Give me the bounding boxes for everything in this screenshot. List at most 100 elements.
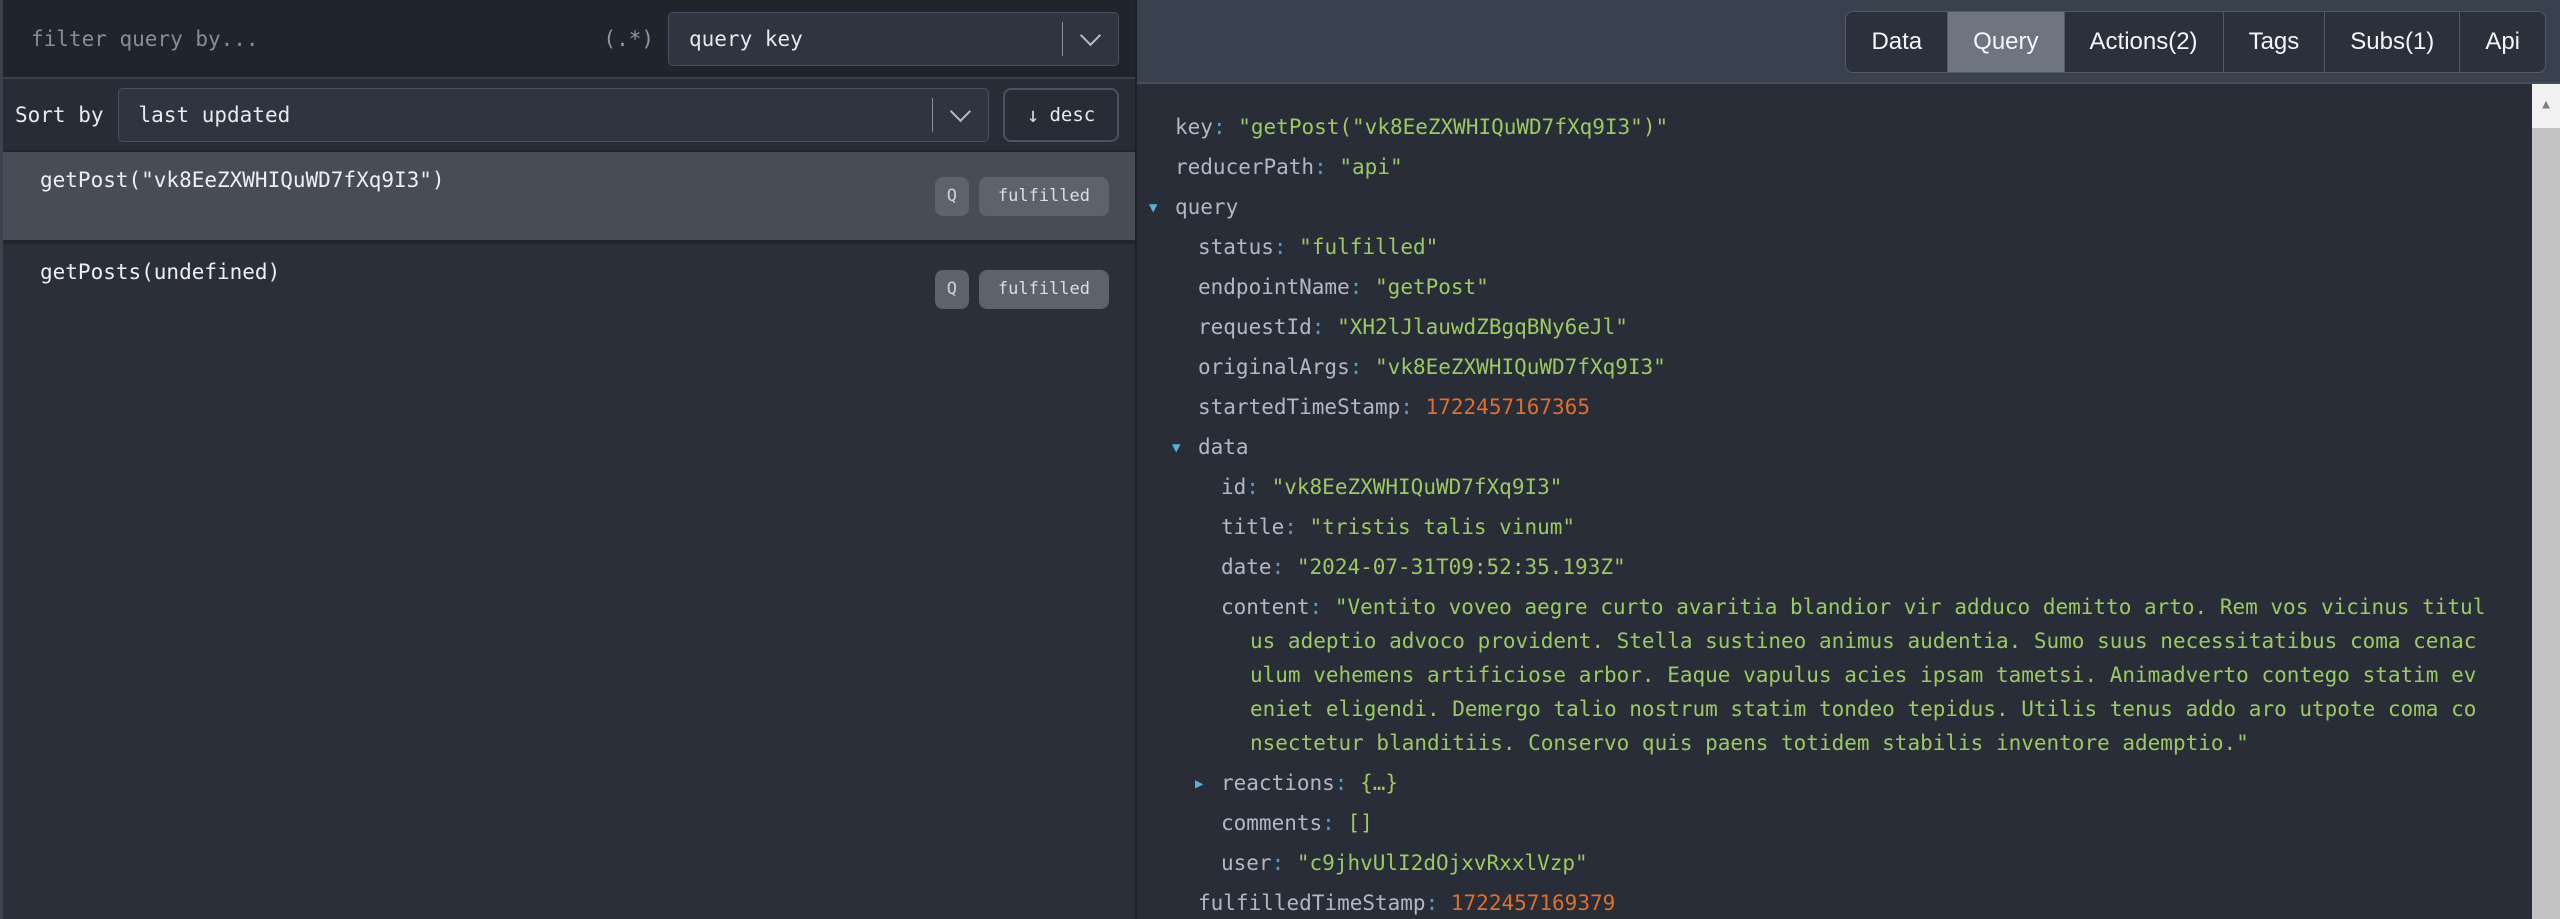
tree-colon: : — [1310, 595, 1323, 619]
tab-subs[interactable]: Subs(1) — [2324, 12, 2459, 72]
tree-value: "getPost" — [1375, 275, 1489, 299]
tab-api[interactable]: Api — [2459, 12, 2545, 72]
scrollbar-thumb[interactable] — [2532, 128, 2560, 919]
tree-row-content: content: "Ventito voveo aegre curto avar… — [1137, 590, 2486, 760]
tree-key: status — [1198, 235, 1274, 259]
tree-row-reactions[interactable]: ▶ reactions: {…} — [1137, 766, 2486, 800]
tree-colon: : — [1350, 275, 1363, 299]
filter-query-input[interactable] — [31, 27, 603, 51]
tab-query[interactable]: Query — [1947, 12, 2063, 72]
sort-by-label: Sort by — [15, 103, 104, 127]
tree-colon: : — [1322, 811, 1335, 835]
query-type-badge: Q — [935, 177, 969, 216]
sort-field-select[interactable]: last updated — [118, 88, 989, 142]
tree-value: "c9jhvUlI2dOjxvRxxlVzp" — [1297, 851, 1588, 875]
query-type-badge: Q — [935, 270, 969, 309]
tree-row-id: id: "vk8EeZXWHIQuWD7fXq9I3" — [1137, 470, 2486, 504]
rtk-query-devtools: (.*) query key Sort by last updated ↓ de… — [0, 0, 2560, 919]
tree-value: "tristis talis vinum" — [1310, 515, 1576, 539]
tree-key: user — [1221, 851, 1272, 875]
tree-colon: : — [1272, 851, 1285, 875]
scrollbar-up-icon[interactable]: ▲ — [2532, 84, 2560, 124]
tab-data[interactable]: Data — [1846, 12, 1947, 72]
tree-colon: : — [1400, 395, 1413, 419]
tree-row-title: title: "tristis talis vinum" — [1137, 510, 2486, 544]
tree-key: title — [1221, 515, 1284, 539]
tree-colon: : — [1312, 315, 1325, 339]
chevron-down-icon — [950, 101, 971, 122]
sort-field-select-value: last updated — [119, 103, 932, 127]
tree-key: data — [1198, 435, 1249, 459]
tree-value: "vk8EeZXWHIQuWD7fXq9I3" — [1375, 355, 1666, 379]
tree-row-comments: comments: [] — [1137, 806, 2486, 840]
badges: Q fulfilled — [935, 152, 1109, 240]
tree-key: startedTimeStamp — [1198, 395, 1400, 419]
expander-expanded-icon[interactable]: ▼ — [1172, 431, 1180, 465]
tree-key: endpointName — [1198, 275, 1350, 299]
tree-value: 1722457169379 — [1451, 891, 1615, 915]
query-label: getPosts(undefined) — [40, 260, 280, 284]
tree-colon: : — [1426, 891, 1439, 915]
badges: Q fulfilled — [935, 244, 1109, 334]
tree-value: "fulfilled" — [1299, 235, 1438, 259]
tree-value: 1722457167365 — [1426, 395, 1590, 419]
tree-row-reducerPath: reducerPath: "api" — [1137, 150, 2486, 184]
tree-colon: : — [1274, 235, 1287, 259]
arrow-down-icon: ↓ — [1027, 103, 1040, 127]
tree-key: reactions — [1221, 771, 1335, 795]
tree-value: "Ventito voveo aegre curto avaritia blan… — [1250, 595, 2485, 755]
query-list-panel: (.*) query key Sort by last updated ↓ de… — [0, 0, 1137, 919]
tree-value: [] — [1347, 811, 1372, 835]
sort-bar: Sort by last updated ↓ desc — [3, 79, 1135, 150]
query-status-badge: fulfilled — [979, 177, 1109, 216]
query-list-item-getPosts[interactable]: getPosts(undefined) Q fulfilled — [3, 242, 1135, 334]
tree-colon: : — [1272, 555, 1285, 579]
tree-row-data[interactable]: ▼ data — [1137, 430, 2486, 464]
sort-direction-button[interactable]: ↓ desc — [1003, 88, 1119, 142]
sort-direction-label: desc — [1049, 104, 1095, 126]
filter-bar: (.*) query key — [3, 0, 1135, 79]
filter-by-select-value: query key — [669, 27, 1062, 51]
query-label: getPost("vk8EeZXWHIQuWD7fXq9I3") — [40, 168, 445, 192]
tree-key: requestId — [1198, 315, 1312, 339]
tree-row-startedTimeStamp: startedTimeStamp: 1722457167365 — [1137, 390, 2486, 424]
expander-collapsed-icon[interactable]: ▶ — [1195, 767, 1203, 801]
tree-value: "getPost("vk8EeZXWHIQuWD7fXq9I3")" — [1238, 115, 1668, 139]
inspector-panel: Data Query Actions(2) Tags Subs(1) Api k… — [1137, 0, 2560, 919]
tree-row-fulfilledTimeStamp: fulfilledTimeStamp: 1722457169379 — [1137, 886, 2486, 919]
tree-colon: : — [1335, 771, 1348, 795]
tree-colon: : — [1350, 355, 1363, 379]
tree-key: originalArgs — [1198, 355, 1350, 379]
tree-colon: : — [1314, 155, 1327, 179]
select-divider — [1062, 22, 1063, 56]
tree-row-query[interactable]: ▼ query — [1137, 190, 2486, 224]
tree-value: "XH2lJlauwdZBgqBNy6eJl" — [1337, 315, 1628, 339]
select-divider — [932, 98, 933, 132]
query-inspector: key: "getPost("vk8EeZXWHIQuWD7fXq9I3")" … — [1137, 84, 2560, 919]
tree-row-originalArgs: originalArgs: "vk8EeZXWHIQuWD7fXq9I3" — [1137, 350, 2486, 384]
tab-strip: Data Query Actions(2) Tags Subs(1) Api — [1137, 0, 2560, 84]
tree-key: key — [1175, 115, 1213, 139]
chevron-down-icon — [1080, 25, 1101, 46]
tree-value: "2024-07-31T09:52:35.193Z" — [1297, 555, 1626, 579]
expander-expanded-icon[interactable]: ▼ — [1149, 191, 1157, 225]
json-tree: key: "getPost("vk8EeZXWHIQuWD7fXq9I3")" … — [1137, 84, 2532, 919]
tree-row-date: date: "2024-07-31T09:52:35.193Z" — [1137, 550, 2486, 584]
filter-by-select[interactable]: query key — [668, 12, 1119, 66]
tree-row-requestId: requestId: "XH2lJlauwdZBgqBNy6eJl" — [1137, 310, 2486, 344]
tree-row-key: key: "getPost("vk8EeZXWHIQuWD7fXq9I3")" — [1137, 110, 2486, 144]
tab-actions[interactable]: Actions(2) — [2064, 12, 2223, 72]
query-list-item-getPost[interactable]: getPost("vk8EeZXWHIQuWD7fXq9I3") Q fulfi… — [3, 150, 1135, 242]
tab-tags[interactable]: Tags — [2223, 12, 2325, 72]
tree-key: reducerPath — [1175, 155, 1314, 179]
tree-key: comments — [1221, 811, 1322, 835]
regex-toggle-button[interactable]: (.*) — [603, 27, 654, 51]
scrollbar[interactable]: ▲ — [2532, 84, 2560, 919]
tree-colon: : — [1213, 115, 1226, 139]
tree-key: content — [1221, 595, 1310, 619]
tree-key: query — [1175, 195, 1238, 219]
tab-group: Data Query Actions(2) Tags Subs(1) Api — [1845, 11, 2546, 73]
tree-key: fulfilledTimeStamp — [1198, 891, 1426, 915]
tree-row-status: status: "fulfilled" — [1137, 230, 2486, 264]
tree-value: "vk8EeZXWHIQuWD7fXq9I3" — [1272, 475, 1563, 499]
